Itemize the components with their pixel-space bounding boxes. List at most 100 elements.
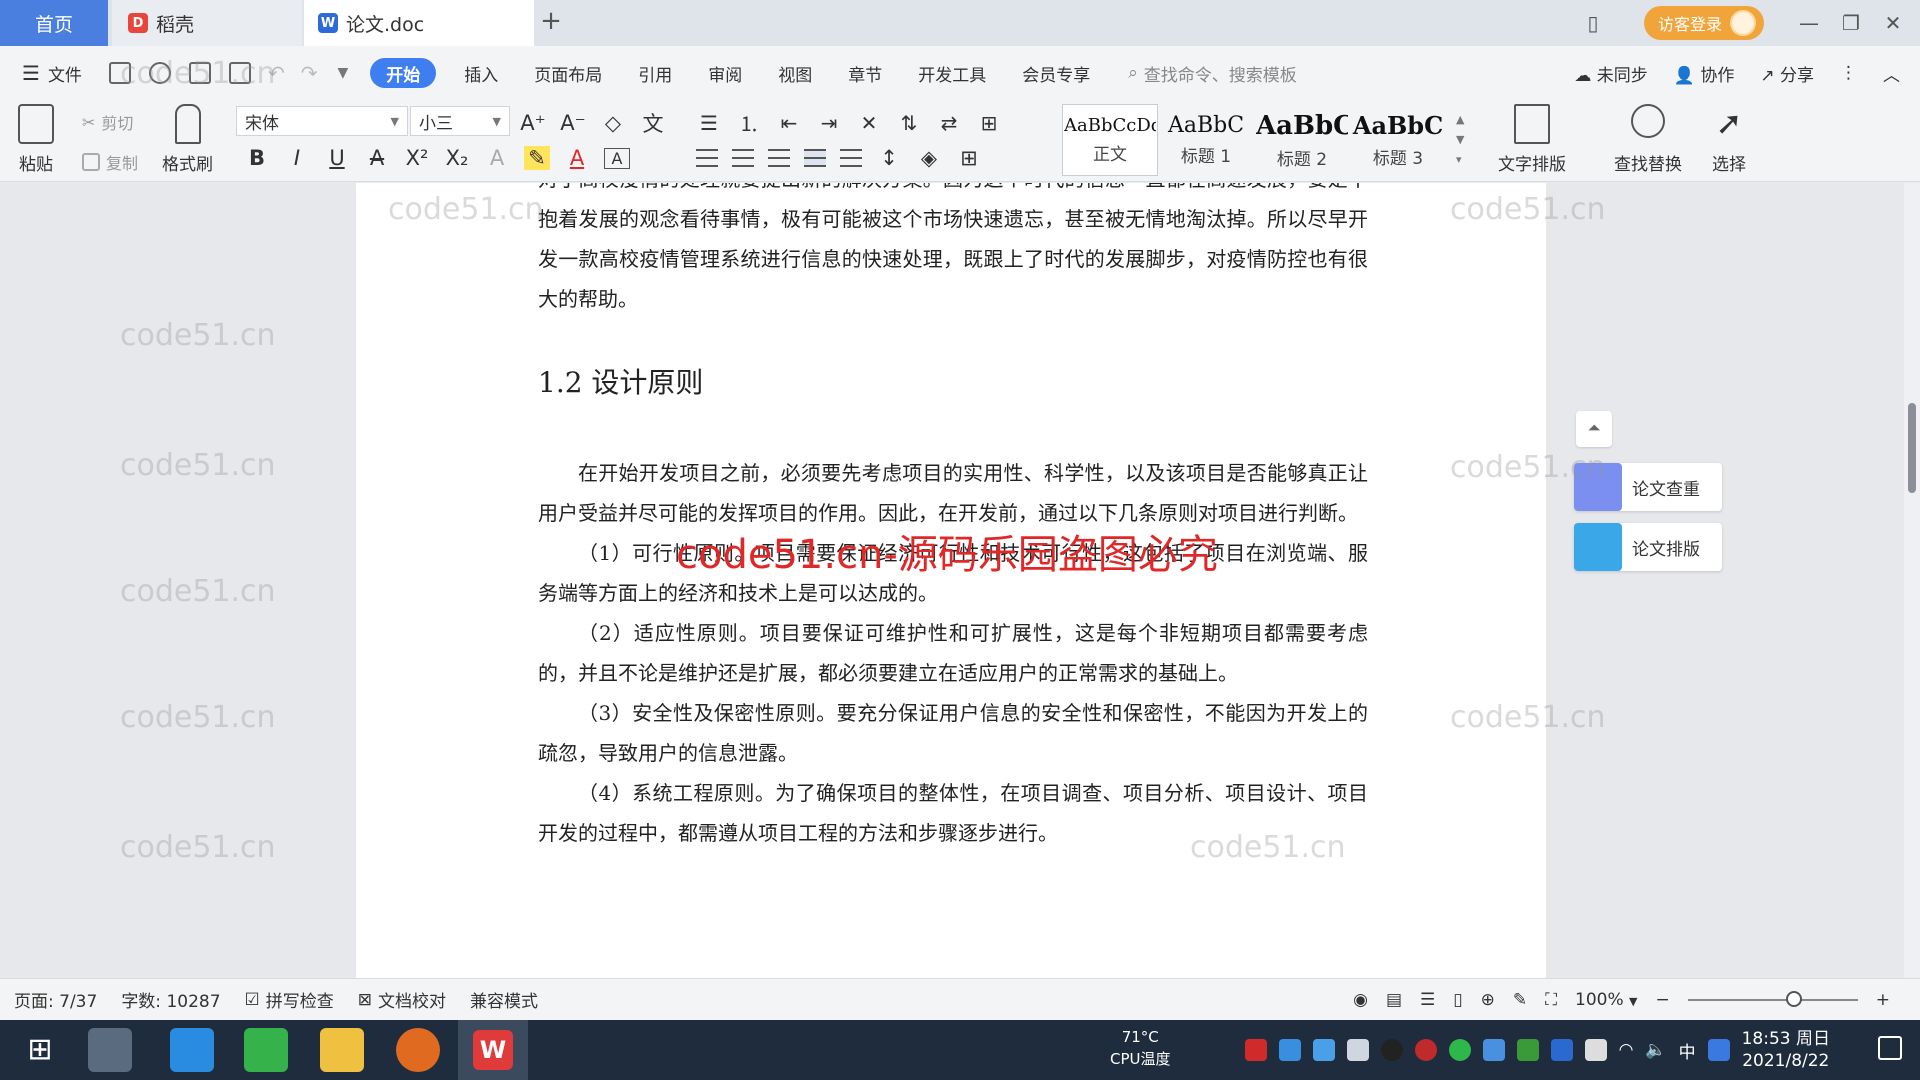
command-search-input[interactable]: ⌕ 查找命令、搜索模板 — [1128, 61, 1297, 86]
export-icon[interactable] — [148, 62, 171, 84]
web-view-icon[interactable]: ⊕ — [1481, 990, 1495, 1010]
fit-page-icon[interactable]: ⛶ — [1545, 990, 1557, 1010]
menu-item-view[interactable]: 视图 — [760, 58, 830, 88]
tab-home[interactable]: 首页 — [0, 0, 108, 46]
increase-font-icon[interactable]: A⁺ — [520, 111, 546, 135]
wifi-icon[interactable]: ◠ — [1619, 1040, 1634, 1060]
collapse-ribbon-icon[interactable]: ︿ — [1883, 61, 1900, 86]
cut-button[interactable]: ✂ 剪切 — [82, 110, 133, 134]
outline-view-icon[interactable]: ☰ — [1420, 990, 1435, 1010]
font-color-icon[interactable]: A — [564, 146, 590, 170]
undo-icon[interactable]: ↶ — [268, 61, 285, 85]
print-preview-icon[interactable] — [228, 62, 251, 84]
tab-daoke[interactable]: D 稻壳 — [112, 0, 302, 46]
print-icon[interactable] — [188, 62, 211, 84]
more-options-icon[interactable]: ⋮ — [1840, 63, 1857, 83]
notification-center-icon[interactable] — [1878, 1036, 1902, 1060]
ie-browser-icon[interactable] — [170, 1028, 214, 1072]
tray-app4-icon[interactable] — [1482, 1039, 1505, 1061]
collaborate-button[interactable]: 👤 协作 — [1674, 61, 1735, 86]
menu-item-chapter[interactable]: 章节 — [830, 58, 900, 88]
zoom-level[interactable]: 100% ▼ — [1575, 990, 1637, 1010]
bell-icon[interactable] — [1346, 1039, 1369, 1061]
clear-format-icon[interactable]: ◇ — [600, 111, 626, 135]
zoom-out-icon[interactable]: − — [1656, 990, 1670, 1010]
qq-icon[interactable] — [1380, 1039, 1403, 1061]
fan-app-icon[interactable] — [88, 1028, 132, 1072]
font-family-select[interactable]: 宋体 ▼ — [236, 106, 408, 136]
distributed-icon[interactable] — [840, 149, 862, 167]
style-gallery-scroll-icon[interactable]: ▲ ▼ ▾ — [1456, 110, 1464, 170]
bold-icon[interactable]: B — [244, 146, 270, 170]
font-size-select[interactable]: 小三 ▼ — [410, 106, 510, 136]
superscript-icon[interactable]: X² — [404, 146, 430, 170]
wps-taskbar-button[interactable]: W — [458, 1020, 528, 1080]
guest-login-button[interactable]: 访客登录 — [1643, 6, 1764, 40]
menu-item-insert[interactable]: 插入 — [446, 58, 516, 88]
share-button[interactable]: ↗ 分享 — [1760, 61, 1814, 86]
italic-icon[interactable]: I — [284, 146, 310, 170]
copy-button[interactable]: 复制 — [82, 150, 138, 174]
zoom-slider-knob[interactable] — [1785, 991, 1802, 1007]
decrease-indent-icon[interactable]: ⇤ — [776, 111, 802, 135]
reading-view-icon[interactable]: ▯ — [1453, 990, 1462, 1010]
battery-icon[interactable] — [1584, 1039, 1607, 1061]
increase-indent-icon[interactable]: ⇥ — [816, 111, 842, 135]
format-painter-button[interactable]: 格式刷 — [162, 104, 213, 175]
align-left-icon[interactable] — [696, 149, 718, 167]
char-border-icon[interactable]: A — [604, 147, 630, 169]
quick-access-more-icon[interactable]: ▼ — [337, 65, 348, 81]
file-explorer-icon[interactable] — [320, 1028, 364, 1072]
find-replace-button[interactable]: 查找替换 — [1614, 104, 1682, 175]
tray-app3-icon[interactable] — [1448, 1039, 1471, 1061]
eye-protection-icon[interactable]: ◉ — [1353, 990, 1368, 1010]
align-right-icon[interactable] — [768, 149, 790, 167]
tray-app2-icon[interactable] — [1414, 1039, 1437, 1061]
menu-item-member[interactable]: 会员专享 — [1004, 58, 1108, 88]
menu-item-developer[interactable]: 开发工具 — [900, 58, 1004, 88]
menu-item-home[interactable]: 开始 — [370, 58, 437, 88]
underline-icon[interactable]: U — [324, 146, 350, 170]
style-normal[interactable]: AaBbCcDd 正文 — [1062, 104, 1158, 176]
shading-icon[interactable]: ◈ — [916, 146, 942, 170]
vertical-scrollbar[interactable] — [1904, 183, 1920, 978]
system-clock[interactable]: 18:53 周日 2021/8/22 — [1742, 1028, 1830, 1072]
style-heading-2[interactable]: AaBbC 标题 2 — [1254, 104, 1350, 176]
shield-icon[interactable] — [1312, 1039, 1335, 1061]
bluetooth-icon[interactable] — [1550, 1039, 1573, 1061]
menu-item-references[interactable]: 引用 — [620, 58, 690, 88]
tab-document[interactable]: W 论文.doc — [304, 0, 534, 46]
strikethrough-icon[interactable]: A — [364, 146, 390, 170]
windows-start-icon[interactable]: ⊞ — [18, 1028, 62, 1072]
app-orange-icon[interactable] — [396, 1028, 440, 1072]
write-view-icon[interactable]: ✎ — [1513, 990, 1527, 1010]
minimize-button[interactable]: — — [1788, 11, 1830, 35]
paste-button[interactable]: 粘贴 — [18, 104, 54, 175]
redo-icon[interactable]: ↷ — [301, 61, 318, 85]
style-heading-3[interactable]: AaBbC 标题 3 — [1350, 104, 1446, 176]
save-icon[interactable] — [108, 62, 131, 84]
align-justify-icon[interactable] — [804, 149, 826, 167]
restore-button[interactable]: ❐ — [1830, 11, 1872, 35]
align-center-icon[interactable] — [732, 149, 754, 167]
tray-network-app-icon[interactable] — [1278, 1039, 1301, 1061]
line-spacing-icon[interactable]: ↕ — [876, 146, 902, 170]
word-count[interactable]: 字数: 10287 — [121, 987, 220, 1012]
text-layout-button[interactable]: 文字排版 — [1498, 104, 1566, 175]
style-heading-1[interactable]: AaBbC 标题 1 — [1158, 104, 1254, 176]
new-tab-button[interactable]: + — [534, 6, 568, 36]
close-window-button[interactable]: ✕ — [1872, 11, 1914, 35]
menu-item-review[interactable]: 审阅 — [690, 58, 760, 88]
decrease-font-icon[interactable]: A⁻ — [560, 111, 586, 135]
select-button[interactable]: ➚ 选择 — [1712, 104, 1746, 175]
sort-icon[interactable]: ⇅ — [896, 111, 922, 135]
text-effect-icon[interactable]: A — [484, 146, 510, 170]
document-page[interactable]: 对于高校疫情的处理就要提出新的解决方案。因为这个时代的信息一直都在高速发展，要是… — [356, 183, 1546, 978]
tab-ruler-icon[interactable]: ⊞ — [976, 111, 1002, 135]
side-panel-collapse-icon[interactable]: ⏶ — [1576, 411, 1612, 447]
document-proofread-button[interactable]: ⊠ 文档校对 — [358, 987, 446, 1013]
text-direction-icon[interactable]: ⇄ — [936, 111, 962, 135]
borders-icon[interactable]: ⊞ — [956, 146, 982, 170]
highlight-icon[interactable]: ✎ — [524, 146, 550, 170]
page-indicator[interactable]: 页面: 7/37 — [14, 987, 97, 1012]
